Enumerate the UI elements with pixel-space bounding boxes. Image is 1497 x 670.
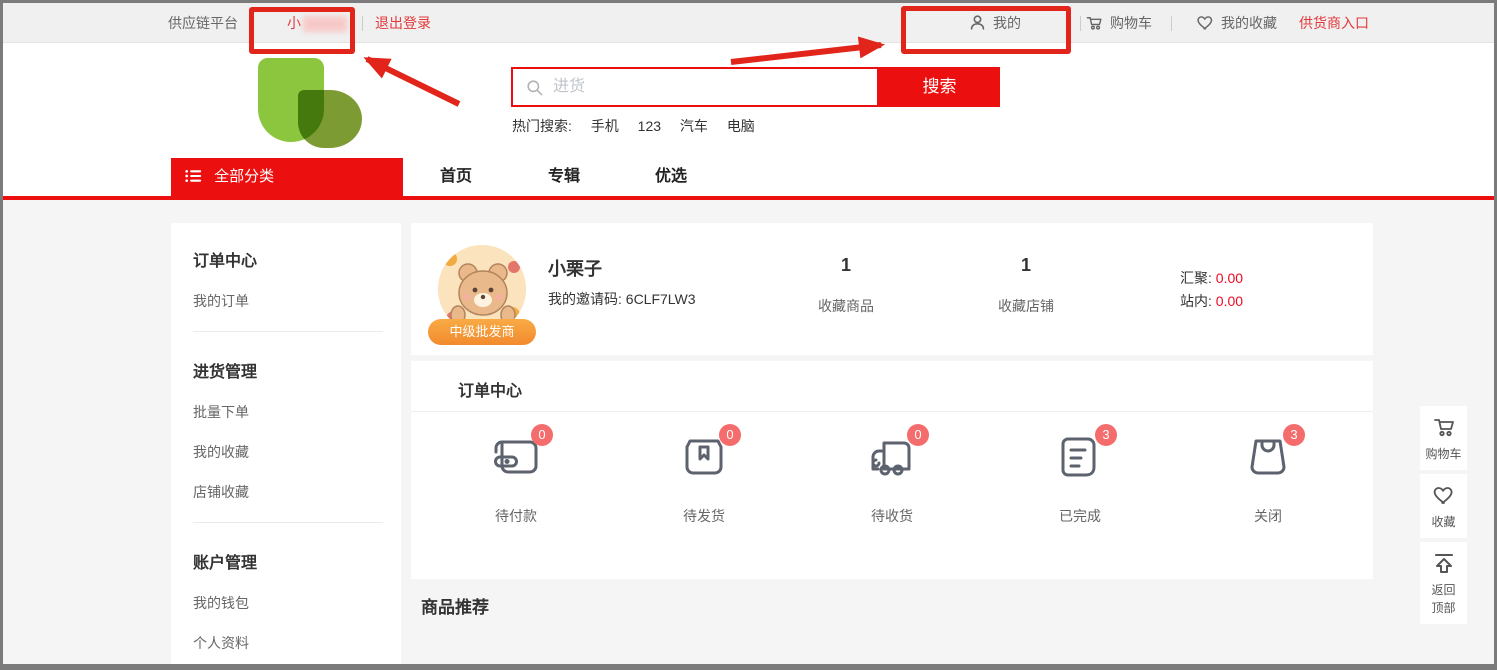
recommend-title: 商品推荐 xyxy=(421,593,489,618)
hot-search-item[interactable]: 汽车 xyxy=(680,118,708,134)
favorites-label: 我的收藏 xyxy=(1221,15,1277,31)
username-text: 小 xyxy=(287,15,301,31)
balance-block: 汇聚: 0.00 站内: 0.00 xyxy=(1180,267,1243,313)
stat-favorite-products[interactable]: 1 收藏商品 xyxy=(786,223,906,316)
count-badge: 3 xyxy=(1095,424,1117,446)
all-categories-label: 全部分类 xyxy=(214,168,274,185)
back-to-top-icon xyxy=(1432,551,1456,575)
sidebar-item-wallet[interactable]: 我的钱包 xyxy=(193,593,383,613)
favorites-link[interactable]: 我的收藏 xyxy=(1196,3,1277,43)
username-link[interactable]: 小 xyxy=(287,3,347,43)
nav-featured[interactable]: 优选 xyxy=(655,158,687,196)
hot-search-item[interactable]: 123 xyxy=(638,118,661,134)
supplier-entry-link[interactable]: 供货商入口 xyxy=(1299,3,1369,43)
nav-home[interactable]: 首页 xyxy=(440,158,472,196)
search-icon xyxy=(525,78,544,97)
platform-label: 供应链平台 xyxy=(168,3,238,43)
cart-icon xyxy=(1432,415,1456,439)
sidebar-menu: 订单中心 我的订单 进货管理 批量下单 我的收藏 店铺收藏 账户管理 我的钱包 … xyxy=(171,223,401,664)
divider xyxy=(1080,16,1081,31)
heart-icon xyxy=(1432,483,1456,507)
float-bar: 购物车 收藏 返回 顶部 xyxy=(1420,406,1467,628)
order-status-completed[interactable]: 3 已完成 xyxy=(986,425,1174,526)
sidebar-group-title-purchasing: 进货管理 xyxy=(193,358,383,382)
search-button[interactable]: 搜索 xyxy=(879,67,1000,107)
all-categories-button[interactable]: 全部分类 xyxy=(171,158,403,196)
count-badge: 0 xyxy=(719,424,741,446)
membership-badge: 中级批发商 xyxy=(428,319,536,345)
search-area: 搜索 xyxy=(511,67,1000,107)
logout-link[interactable]: 退出登录 xyxy=(375,3,431,43)
stat-value: 1 xyxy=(966,255,1086,276)
count-badge: 0 xyxy=(531,424,553,446)
order-center-title: 订单中心 xyxy=(458,377,522,401)
profile-card: 中级批发商 小栗子 我的邀请码: 6CLF7LW3 1 收藏商品 1 收藏店铺 … xyxy=(411,223,1373,355)
divider xyxy=(193,331,383,332)
sidebar-group-title-account: 账户管理 xyxy=(193,549,383,573)
order-status-closed[interactable]: 3 关闭 xyxy=(1174,425,1362,526)
header: 搜索 热门搜索: 手机 123 汽车 电脑 xyxy=(3,43,1494,158)
user-icon xyxy=(968,7,987,26)
float-favorite-button[interactable]: 收藏 xyxy=(1420,474,1467,538)
divider xyxy=(1171,16,1172,31)
logo-shape-dark xyxy=(298,90,362,148)
stat-value: 1 xyxy=(786,255,906,276)
hot-search-item[interactable]: 电脑 xyxy=(727,118,755,134)
divider xyxy=(193,522,383,523)
user-name: 小栗子 xyxy=(548,255,602,281)
order-status-pending-shipment[interactable]: 0 待发货 xyxy=(610,425,798,526)
main-nav: 全部分类 首页 专辑 优选 xyxy=(3,158,1494,196)
sidebar-group-title-orders: 订单中心 xyxy=(193,247,383,271)
balance-label: 站内: xyxy=(1180,293,1212,309)
stat-label: 收藏店铺 xyxy=(966,296,1086,316)
balance-row: 站内: 0.00 xyxy=(1180,290,1243,313)
float-cart-button[interactable]: 购物车 xyxy=(1420,406,1467,470)
search-input[interactable] xyxy=(553,69,873,105)
invite-code: 我的邀请码: 6CLF7LW3 xyxy=(548,289,696,309)
divider xyxy=(362,16,363,31)
order-status-pending-receipt[interactable]: 0 待收货 xyxy=(798,425,986,526)
back-to-top-button[interactable]: 返回 顶部 xyxy=(1420,542,1467,624)
my-account-label: 我的 xyxy=(993,15,1021,31)
sidebar-item-my-favorites[interactable]: 我的收藏 xyxy=(193,442,383,462)
site-logo[interactable] xyxy=(258,58,368,148)
divider xyxy=(411,411,1373,412)
cart-label: 购物车 xyxy=(1110,15,1152,31)
order-status-pending-payment[interactable]: 0 待付款 xyxy=(422,425,610,526)
content: 订单中心 我的订单 进货管理 批量下单 我的收藏 店铺收藏 账户管理 我的钱包 … xyxy=(3,200,1494,664)
nav-albums[interactable]: 专辑 xyxy=(548,158,580,196)
sidebar-item-shop-favorites[interactable]: 店铺收藏 xyxy=(193,482,383,502)
heart-icon xyxy=(1196,7,1215,26)
cart-link[interactable]: 购物车 xyxy=(1085,3,1152,43)
count-badge: 0 xyxy=(907,424,929,446)
hot-search-item[interactable]: 手机 xyxy=(591,118,619,134)
list-icon xyxy=(185,169,202,183)
sidebar-item-my-orders[interactable]: 我的订单 xyxy=(193,291,383,311)
hot-search-row: 热门搜索: 手机 123 汽车 电脑 xyxy=(512,116,770,136)
balance-row: 汇聚: 0.00 xyxy=(1180,267,1243,290)
order-status-row: 0 待付款 0 待发货 xyxy=(422,425,1362,526)
balance-value: 0.00 xyxy=(1216,270,1243,286)
count-badge: 3 xyxy=(1283,424,1305,446)
sidebar-item-profile[interactable]: 个人资料 xyxy=(193,633,383,653)
stat-label: 收藏商品 xyxy=(786,296,906,316)
order-center-card: 订单中心 0 待付款 xyxy=(411,361,1373,579)
topbar: 供应链平台 小 退出登录 我的 购物车 我的收藏 供货商入口 xyxy=(3,3,1494,43)
my-account-link[interactable]: 我的 xyxy=(968,3,1021,43)
sidebar-item-bulk-order[interactable]: 批量下单 xyxy=(193,402,383,422)
balance-label: 汇聚: xyxy=(1180,270,1212,286)
balance-value: 0.00 xyxy=(1216,293,1243,309)
username-redaction xyxy=(303,16,347,32)
stat-favorite-shops[interactable]: 1 收藏店铺 xyxy=(966,223,1086,316)
hot-search-label: 热门搜索: xyxy=(512,118,572,134)
page: 供应链平台 小 退出登录 我的 购物车 我的收藏 供货商入口 xyxy=(0,0,1497,670)
search-box xyxy=(511,67,879,107)
cart-icon xyxy=(1085,7,1104,26)
